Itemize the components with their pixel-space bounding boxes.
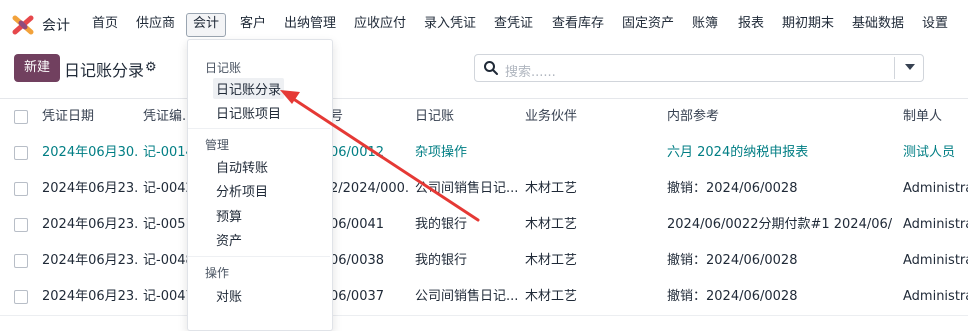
row-checkbox[interactable] [14, 182, 28, 196]
menu-receivable-payable[interactable]: 应收应付 [348, 13, 412, 35]
cell-ref: 06/0038 [330, 253, 385, 268]
dropdown-item-auto-transfer[interactable]: 自动转账 [216, 157, 268, 176]
row-checkbox[interactable] [14, 218, 28, 232]
menu-home[interactable]: 首页 [86, 13, 124, 35]
menu-customers[interactable]: 客户 [234, 13, 272, 35]
menu-cashier[interactable]: 出纳管理 [278, 13, 342, 35]
table-row[interactable]: 2024年06月23... 记-0042 2/2024/000... 公司间销售… [0, 171, 968, 208]
menu-reports[interactable]: 报表 [732, 13, 770, 35]
caret-down-icon[interactable] [905, 64, 915, 70]
select-all-checkbox[interactable] [14, 110, 28, 124]
menu-accounting[interactable]: 会计 [186, 13, 227, 37]
dropdown-item-reconcile[interactable]: 对账 [216, 286, 242, 305]
cell-internal-ref: 撤销：2024/06/0028 [667, 181, 798, 196]
search-icon [484, 61, 498, 75]
col-partner[interactable]: 业务伙伴 [525, 99, 625, 135]
new-button[interactable]: 新建 [14, 54, 60, 82]
search-input[interactable]: 搜索...... [474, 54, 924, 82]
dropdown-section-actions: 操作 [205, 266, 230, 280]
dropdown-section-journals: 日记账 [205, 61, 242, 75]
menu-fixed-assets[interactable]: 固定资产 [616, 13, 680, 35]
col-ref[interactable]: 号 [330, 99, 410, 135]
cell-journal: 杂项操作 [415, 145, 468, 160]
menu-ledgers[interactable]: 账簿 [686, 13, 724, 35]
cell-number: 记-0051 [143, 217, 191, 232]
dropdown-divider [188, 256, 330, 257]
cell-ref: 06/0041 [330, 217, 385, 232]
cell-number: 记-0048 [143, 253, 191, 268]
table-row[interactable]: 2024年06月23... 记-0047 06/0037 公司间销售日记... … [0, 279, 968, 316]
cell-internal-ref: 六月 2024的纳税申报表 [667, 145, 809, 160]
dropdown-item-analytic-items[interactable]: 分析项目 [216, 181, 268, 200]
app-logo-icon[interactable] [12, 14, 34, 36]
col-internal-ref[interactable]: 内部参考 [667, 99, 892, 135]
cell-date: 2024年06月23... [42, 217, 137, 232]
dropdown-section-management: 管理 [205, 138, 230, 152]
col-creator[interactable]: 制单人 [903, 99, 968, 135]
cell-date: 2024年06月23... [42, 289, 137, 304]
cell-creator: Administrat [903, 253, 968, 268]
menu-vendors[interactable]: 供应商 [130, 13, 181, 35]
menu-inventory[interactable]: 查看库存 [546, 13, 610, 35]
cell-creator: Administrat [903, 217, 968, 232]
search-placeholder: 搜索...... [505, 65, 556, 80]
col-date[interactable]: 凭证日期 [42, 99, 137, 135]
cell-creator: 测试人员 [903, 145, 956, 160]
dropdown-item-journal-entries[interactable]: 日记账分录 [213, 78, 285, 99]
cell-partner: 木材工艺 [525, 289, 578, 304]
cell-journal: 公司间销售日记... [415, 181, 517, 196]
table-row[interactable]: 2024年06月23... 记-0051 06/0041 我的银行 木材工艺 2… [0, 207, 968, 244]
table-row[interactable]: 2024年06月23... 记-0048 06/0038 我的银行 木材工艺 撤… [0, 243, 968, 280]
table-header: 凭证日期 凭证编... 号 日记账 业务伙伴 内部参考 制单人 [0, 98, 968, 136]
dropdown-item-budget[interactable]: 预算 [216, 206, 242, 225]
row-checkbox[interactable] [14, 290, 28, 304]
accounting-dropdown-menu: 日记账 日记账分录 日记账项目 管理 自动转账 分析项目 预算 资产 操作 对账 [187, 39, 333, 331]
cell-number: 记-0042 [143, 181, 191, 196]
row-checkbox[interactable] [14, 146, 28, 160]
cell-internal-ref: 撤销：2024/06/0028 [667, 289, 798, 304]
cell-number: 记-0014 [143, 145, 191, 160]
cell-creator: Administrat [903, 181, 968, 196]
cell-date: 2024年06月30... [42, 145, 137, 160]
cell-internal-ref: 2024/06/0022分期付款#1 2024/06/00... [667, 217, 892, 232]
cell-ref: 06/0012 [330, 145, 385, 160]
dropdown-item-assets[interactable]: 资产 [216, 230, 242, 249]
cell-partner: 木材工艺 [525, 217, 578, 232]
table-row[interactable]: 2024年06月30... 记-0014 06/0012 杂项操作 六月 202… [0, 135, 968, 172]
cell-date: 2024年06月23... [42, 253, 137, 268]
cell-creator: Administrat [903, 289, 968, 304]
cell-partner [525, 135, 655, 171]
cell-journal: 公司间销售日记... [415, 289, 517, 304]
cell-partner: 木材工艺 [525, 253, 578, 268]
menu-query-voucher[interactable]: 查凭证 [488, 13, 539, 35]
app-name[interactable]: 会计 [42, 15, 70, 35]
col-number[interactable]: 凭证编... [143, 99, 191, 135]
cell-journal: 我的银行 [415, 253, 468, 268]
cell-journal: 我的银行 [415, 217, 468, 232]
menu-master-data[interactable]: 基础数据 [846, 13, 910, 35]
col-journal[interactable]: 日记账 [415, 99, 515, 135]
gear-icon[interactable]: ⚙ [145, 60, 157, 75]
top-navbar: 会计 首页 供应商 会计 客户 出纳管理 应收应付 录入凭证 查凭证 查看库存 … [0, 0, 968, 48]
cell-internal-ref: 撤销：2024/06/0028 [667, 253, 798, 268]
cell-partner: 木材工艺 [525, 181, 578, 196]
cell-number: 记-0047 [143, 289, 191, 304]
row-checkbox[interactable] [14, 254, 28, 268]
page-title: 日记账分录 [64, 61, 145, 80]
dropdown-divider [188, 128, 330, 129]
dropdown-item-journal-items[interactable]: 日记账项目 [216, 103, 281, 122]
cell-date: 2024年06月23... [42, 181, 137, 196]
menu-enter-voucher[interactable]: 录入凭证 [418, 13, 482, 35]
cell-ref: 2/2024/000... [330, 181, 410, 196]
menu-settings[interactable]: 设置 [916, 13, 954, 35]
cell-ref: 06/0037 [330, 289, 385, 304]
menu-period[interactable]: 期初期末 [776, 13, 840, 35]
search-divider [894, 57, 895, 79]
